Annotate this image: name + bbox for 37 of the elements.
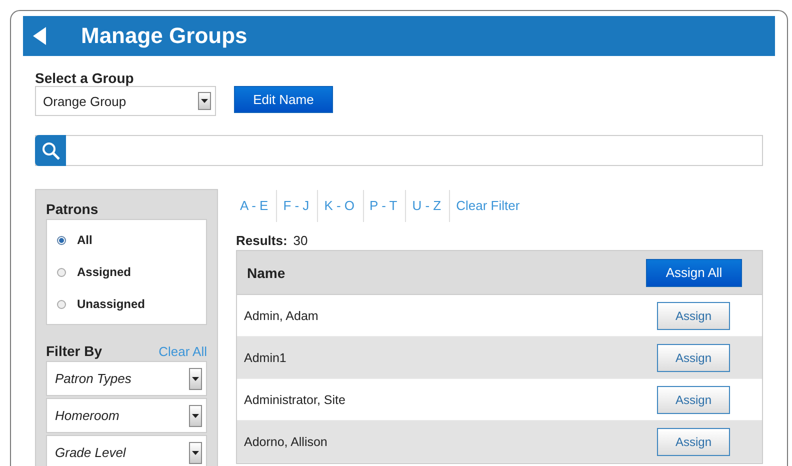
assign-button[interactable]: Assign (657, 302, 730, 330)
radio-button[interactable] (57, 268, 66, 276)
radio-option[interactable]: Unassigned (47, 288, 206, 320)
radio-button[interactable] (57, 300, 66, 308)
letter-filter-link[interactable]: F - J (279, 190, 318, 222)
letter-filter-link[interactable]: K - O (320, 190, 364, 222)
select-group-label: Select a Group (35, 70, 135, 86)
radio-option[interactable]: Assigned (47, 256, 206, 288)
letter-filter-link[interactable]: P - T (366, 190, 406, 222)
assign-all-button[interactable]: Assign All (646, 258, 742, 286)
filter-by-heading: Filter By (46, 343, 102, 359)
letter-filter-link[interactable]: Clear Filter (452, 190, 528, 222)
page-title: Manage Groups (81, 23, 248, 49)
filter-select[interactable]: Patron Types (46, 361, 207, 396)
letter-filter-link[interactable]: U - Z (408, 190, 450, 222)
letter-filter-link[interactable]: A - E (236, 190, 278, 222)
filter-select[interactable]: Homeroom (46, 398, 207, 433)
back-arrow-icon[interactable] (33, 27, 47, 45)
patron-name: Administrator, Site (244, 392, 346, 406)
patron-name: Admin1 (244, 350, 286, 364)
patron-name: Admin, Adam (244, 308, 318, 322)
name-column-header: Name (247, 264, 286, 280)
patrons-heading: Patrons (46, 201, 100, 217)
assign-button[interactable]: Assign (657, 386, 730, 414)
edit-name-button[interactable]: Edit Name (234, 86, 333, 113)
search-icon[interactable] (35, 135, 66, 166)
filter-select[interactable]: Grade Level (46, 435, 207, 466)
search-field[interactable] (35, 135, 763, 166)
clear-all-link[interactable]: Clear All (158, 344, 207, 359)
group-select[interactable]: Orange Group (35, 86, 216, 116)
radio-button[interactable] (57, 236, 66, 244)
assign-button[interactable]: Assign (657, 344, 730, 372)
results-label: Results: (236, 233, 288, 248)
radio-option[interactable]: All (47, 224, 206, 256)
assign-button[interactable]: Assign (657, 428, 730, 456)
patron-name: Adorno, Allison (244, 434, 328, 448)
results-count: 30 (293, 233, 308, 248)
